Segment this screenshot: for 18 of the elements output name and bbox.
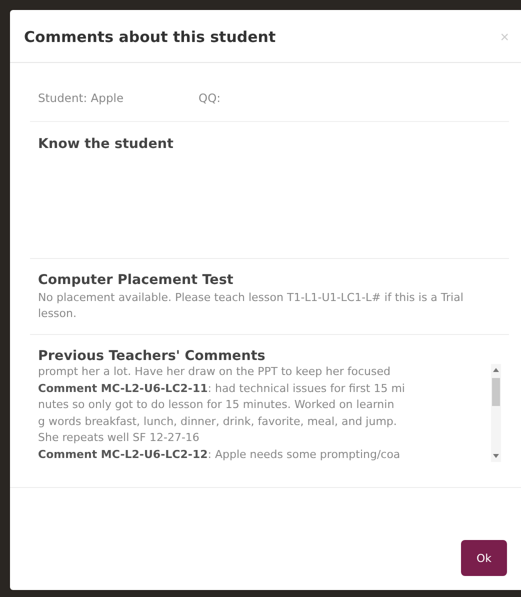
- section-heading: Computer Placement Test: [38, 272, 234, 288]
- scroll-thumb[interactable]: [492, 378, 500, 406]
- ok-button[interactable]: Ok: [461, 540, 507, 576]
- comment-line: prompt her a lot. Have her draw on the PPT to keep her focused: [38, 364, 392, 380]
- section-heading: Previous Teachers' Comments: [38, 348, 266, 364]
- comment-line: g words breakfast, lunch, dinner, drink, favorite, meal, and jump.: [38, 414, 398, 430]
- dialog-title: Comments about this student: [24, 28, 276, 46]
- student-name: Student: Apple: [38, 91, 124, 105]
- scroll-down-icon[interactable]: [492, 453, 500, 459]
- scroll-up-icon[interactable]: [492, 367, 500, 373]
- qq-label: QQ:: [198, 91, 221, 105]
- comment-line: Comment MC-L2-U6-LC2-12: Apple needs some prompting/coa: [38, 446, 402, 462]
- scrollbar[interactable]: [491, 364, 501, 462]
- comment-line: Comment MC-L2-U6-LC2-11: had technical issues for first 15 mi: [38, 380, 406, 396]
- comment-line: nutes so only got to do lesson for 15 minutes. Worked on learnin: [38, 397, 396, 413]
- placement-text: No placement available. Please teach lesson T1-L1-U1-LC1-L# if this is a Trial lesson.: [38, 290, 464, 322]
- comment-line: She repeats well SF 12-27-16: [38, 430, 200, 446]
- section-heading: Know the student: [38, 136, 174, 152]
